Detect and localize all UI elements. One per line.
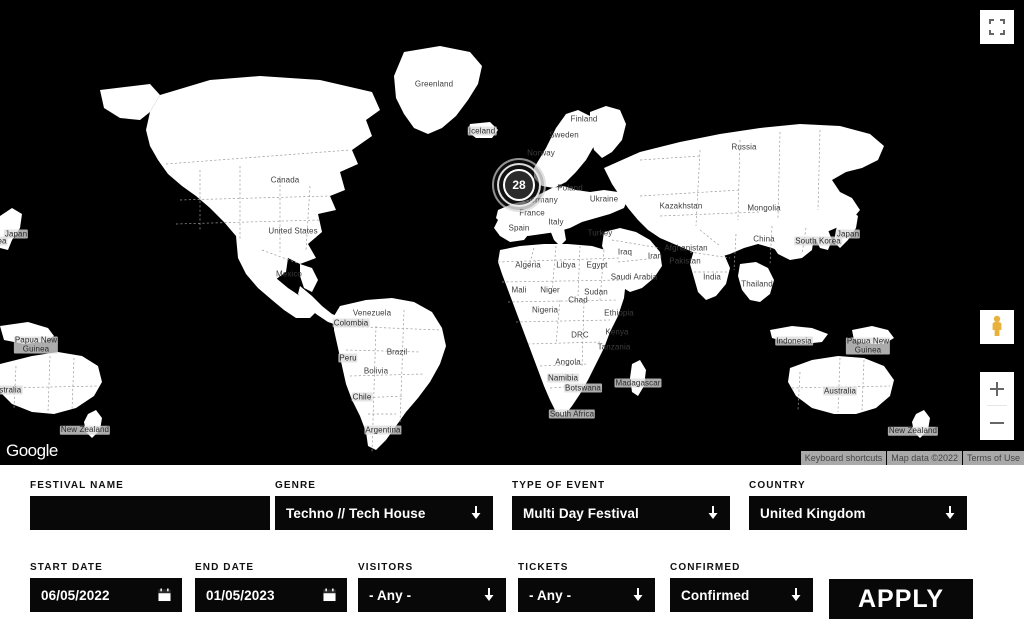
zoom-in-button[interactable]: [980, 372, 1014, 406]
fullscreen-icon: [989, 19, 1005, 35]
google-logo: Google: [6, 441, 58, 460]
type-of-event-value: Multi Day Festival: [523, 505, 639, 521]
visitors-value: - Any -: [369, 587, 412, 603]
field-country: COUNTRY United Kingdom: [749, 480, 967, 530]
country-select[interactable]: United Kingdom: [749, 496, 967, 530]
calendar-icon: [158, 588, 171, 602]
cluster-count: 28: [503, 169, 535, 201]
chevron-down-icon: [484, 588, 494, 601]
festival-map-finder-page: Greenland Iceland Finland Sweden Norway Russi…: [0, 0, 1024, 634]
fullscreen-button[interactable]: [980, 10, 1014, 44]
world-map[interactable]: Greenland Iceland Finland Sweden Norway Russi…: [0, 0, 1024, 465]
visitors-label: VISITORS: [358, 562, 414, 573]
chevron-down-icon: [791, 588, 801, 601]
field-end-date: END DATE 01/05/2023: [195, 562, 347, 612]
visitors-select[interactable]: - Any -: [358, 578, 506, 612]
festival-name-label: FESTIVAL NAME: [30, 480, 124, 491]
field-festival-name: FESTIVAL NAME: [30, 480, 270, 530]
map-zoom-controls[interactable]: [980, 372, 1014, 440]
street-view-pegman-icon: [992, 315, 1002, 336]
tickets-label: TICKETS: [518, 562, 569, 573]
chevron-down-icon: [633, 588, 643, 601]
confirmed-value: Confirmed: [681, 587, 750, 603]
map-landmass-graphic: [0, 46, 930, 453]
attribution-link[interactable]: Map data ©2022: [887, 451, 962, 465]
filter-form: FESTIVAL NAME GENRE Techno // Tech House…: [0, 465, 1024, 634]
end-date-input[interactable]: 01/05/2023: [195, 578, 347, 612]
field-visitors: VISITORS - Any -: [358, 562, 506, 612]
genre-value: Techno // Tech House: [286, 505, 426, 521]
zoom-out-button[interactable]: [980, 406, 1014, 440]
chevron-down-icon: [708, 506, 718, 519]
chevron-down-icon: [945, 506, 955, 519]
tickets-select[interactable]: - Any -: [518, 578, 655, 612]
field-type-of-event: TYPE OF EVENT Multi Day Festival: [512, 480, 730, 530]
chevron-down-icon: [471, 506, 481, 519]
field-confirmed: CONFIRMED Confirmed: [670, 562, 813, 612]
calendar-icon: [323, 588, 336, 602]
apply-button[interactable]: APPLY: [829, 579, 973, 619]
country-label: COUNTRY: [749, 480, 806, 491]
start-date-input[interactable]: 06/05/2022: [30, 578, 182, 612]
end-date-value: 01/05/2023: [206, 587, 275, 603]
country-value: United Kingdom: [760, 505, 866, 521]
tickets-value: - Any -: [529, 587, 572, 603]
festival-name-input[interactable]: [30, 496, 270, 530]
street-view-pegman-button[interactable]: [980, 310, 1014, 344]
map-attribution-bar: Keyboard shortcuts Map data ©2022 Terms of…: [800, 451, 1024, 465]
genre-select[interactable]: Techno // Tech House: [275, 496, 493, 530]
attribution-link[interactable]: Keyboard shortcuts: [800, 451, 887, 465]
start-date-value: 06/05/2022: [41, 587, 110, 603]
genre-label: GENRE: [275, 480, 317, 491]
confirmed-select[interactable]: Confirmed: [670, 578, 813, 612]
minus-icon: [980, 406, 1014, 440]
end-date-label: END DATE: [195, 562, 255, 573]
cluster-marker[interactable]: 28: [492, 158, 546, 212]
plus-icon: [980, 372, 1014, 406]
confirmed-label: CONFIRMED: [670, 562, 741, 573]
field-genre: GENRE Techno // Tech House: [275, 480, 493, 530]
start-date-label: START DATE: [30, 562, 103, 573]
attribution-link[interactable]: Terms of Use: [962, 451, 1024, 465]
type-of-event-label: TYPE OF EVENT: [512, 480, 606, 491]
field-tickets: TICKETS - Any -: [518, 562, 655, 612]
field-start-date: START DATE 06/05/2022: [30, 562, 182, 612]
type-of-event-select[interactable]: Multi Day Festival: [512, 496, 730, 530]
